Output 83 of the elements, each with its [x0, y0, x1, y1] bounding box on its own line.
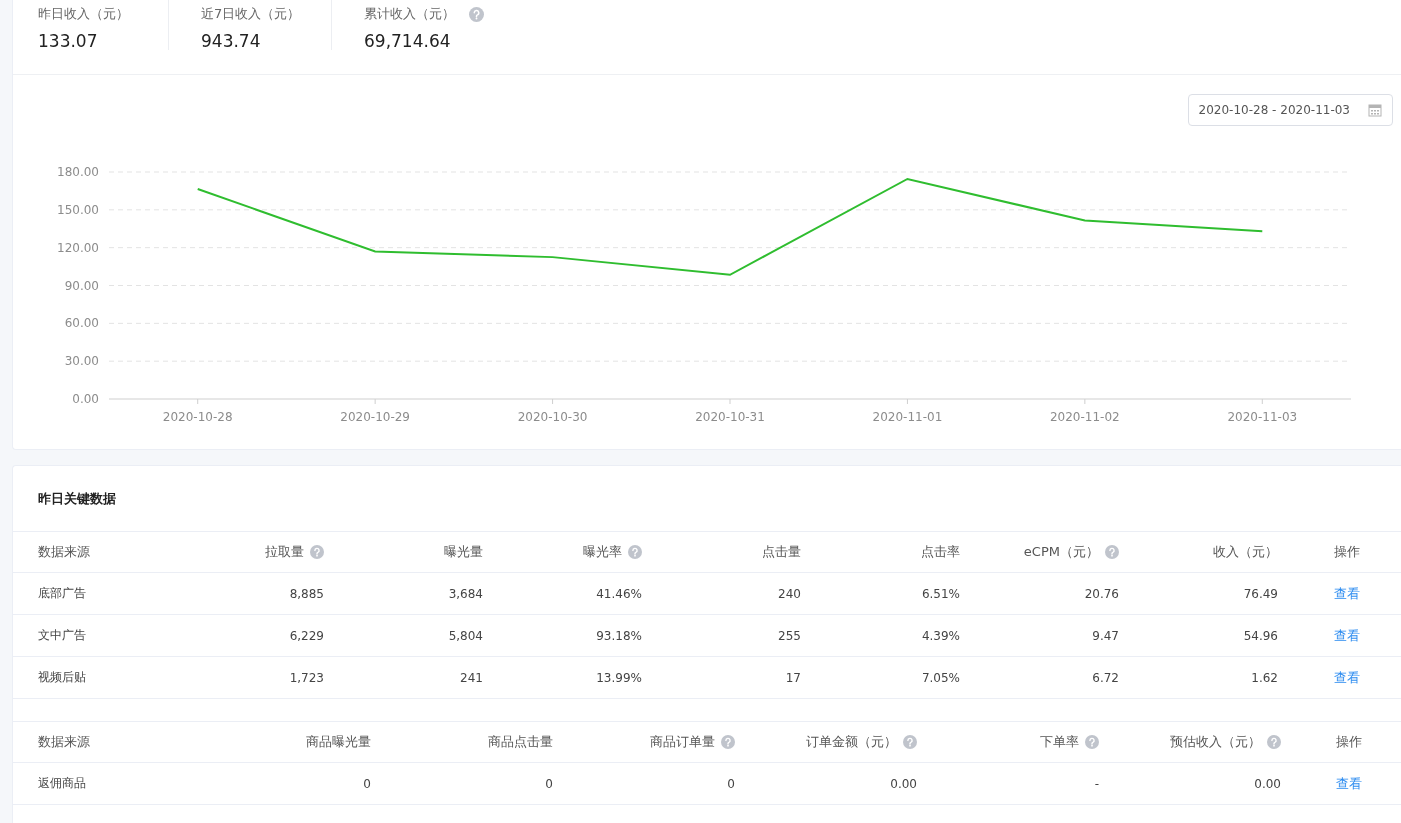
table-cell: 6.72: [1092, 670, 1119, 685]
y-tick-label: 180.00: [57, 165, 99, 179]
table-cell: 0: [363, 776, 371, 791]
table-cell: 4.39%: [921, 628, 960, 643]
table-cell: 返佣商品: [38, 775, 86, 792]
section-title: 昨日关键数据: [13, 466, 1401, 532]
x-tick-label: 2020-11-02: [1050, 410, 1120, 424]
column-header: 商品曝光量: [306, 733, 371, 751]
column-header: 曝光量: [444, 543, 483, 561]
column-header: 点击率: [921, 543, 960, 561]
table-cell: 5,804: [448, 628, 483, 643]
table-cell: 255: [778, 628, 801, 643]
table-cell: 76.49: [1243, 586, 1278, 601]
table-cell: 13.99%: [596, 670, 642, 685]
table-cell: 底部广告: [38, 585, 86, 602]
table-cell: -: [1094, 776, 1099, 791]
column-header: 预估收入（元）: [1170, 733, 1261, 751]
table-cell: 0.00: [1254, 776, 1281, 791]
stat-label: 近7日收入（元）: [201, 5, 301, 23]
column-header: 数据来源: [38, 733, 90, 751]
table-cell: 41.46%: [596, 586, 642, 601]
view-link[interactable]: 查看: [1334, 584, 1360, 603]
y-tick-label: 120.00: [57, 240, 99, 255]
table-cell: 241: [460, 670, 483, 685]
table-cell: 7.05%: [921, 670, 960, 685]
stat-value: 69,714.64: [364, 31, 452, 51]
table-cell: 1,723: [289, 670, 324, 685]
view-link[interactable]: 查看: [1334, 668, 1360, 687]
table-cell: 文中广告: [38, 627, 86, 644]
table-cell: 8,885: [289, 586, 324, 601]
column-header: 操作: [1334, 543, 1360, 561]
stat-label: 累计收入（元）: [364, 5, 455, 23]
table-cell: 54.96: [1243, 628, 1278, 643]
column-header: 下单率: [1040, 733, 1079, 751]
column-header: 曝光率: [583, 543, 622, 561]
y-tick-label: 60.00: [64, 316, 99, 331]
table-cell: 0: [727, 776, 735, 791]
x-tick-label: 2020-10-29: [340, 410, 410, 424]
table-cell: 3,684: [448, 586, 483, 601]
stat-value: 943.74: [201, 31, 262, 51]
column-header: 点击量: [762, 543, 801, 561]
column-header: 订单金额（元）: [806, 733, 897, 751]
help-icon[interactable]: [903, 735, 917, 749]
date-range-picker[interactable]: 2020-10-28 - 2020-11-03: [1187, 94, 1393, 126]
table-cell: 6.51%: [921, 586, 960, 601]
stat-label: 昨日收入（元）: [38, 5, 129, 23]
help-icon[interactable]: [1105, 545, 1119, 559]
x-tick-label: 2020-11-01: [872, 410, 943, 424]
view-link[interactable]: 查看: [1335, 774, 1362, 793]
table-cell: 9.47: [1092, 628, 1119, 643]
y-tick-label: 150.00: [57, 202, 99, 217]
stat-value: 133.07: [38, 31, 99, 51]
column-header: eCPM（元）: [1023, 543, 1099, 561]
help-icon[interactable]: [469, 6, 484, 22]
column-header: 商品订单量: [650, 733, 715, 751]
table-cell: 17: [785, 670, 801, 685]
table-cell: 20.76: [1084, 586, 1119, 601]
help-icon[interactable]: [628, 545, 642, 559]
table-cell: 0: [545, 776, 553, 791]
help-icon[interactable]: [1267, 735, 1281, 749]
table-cell: 240: [778, 586, 801, 601]
calendar-icon: [1368, 103, 1382, 117]
column-header: 商品点击量: [488, 733, 553, 751]
y-tick-label: 30.00: [64, 354, 99, 369]
x-tick-label: 2020-10-31: [695, 410, 765, 424]
table-cell: 93.18%: [596, 628, 642, 643]
help-icon[interactable]: [1085, 735, 1099, 749]
y-tick-label: 0.00: [72, 392, 99, 406]
view-link[interactable]: 查看: [1334, 626, 1360, 645]
column-header: 拉取量: [265, 543, 304, 561]
x-tick-label: 2020-10-30: [517, 410, 588, 424]
column-header: 数据来源: [38, 543, 90, 561]
help-icon[interactable]: [721, 735, 735, 749]
column-header: 收入（元）: [1213, 543, 1278, 561]
help-icon[interactable]: [310, 545, 324, 559]
x-tick-label: 2020-11-03: [1227, 410, 1298, 424]
table-cell: 0.00: [890, 776, 917, 791]
y-tick-label: 90.00: [64, 278, 99, 293]
x-tick-label: 2020-10-28: [162, 410, 233, 424]
table-cell: 视频后贴: [38, 669, 86, 686]
table-cell: 1.62: [1251, 670, 1278, 685]
table-cell: 6,229: [289, 628, 324, 643]
column-header: 操作: [1335, 733, 1362, 751]
